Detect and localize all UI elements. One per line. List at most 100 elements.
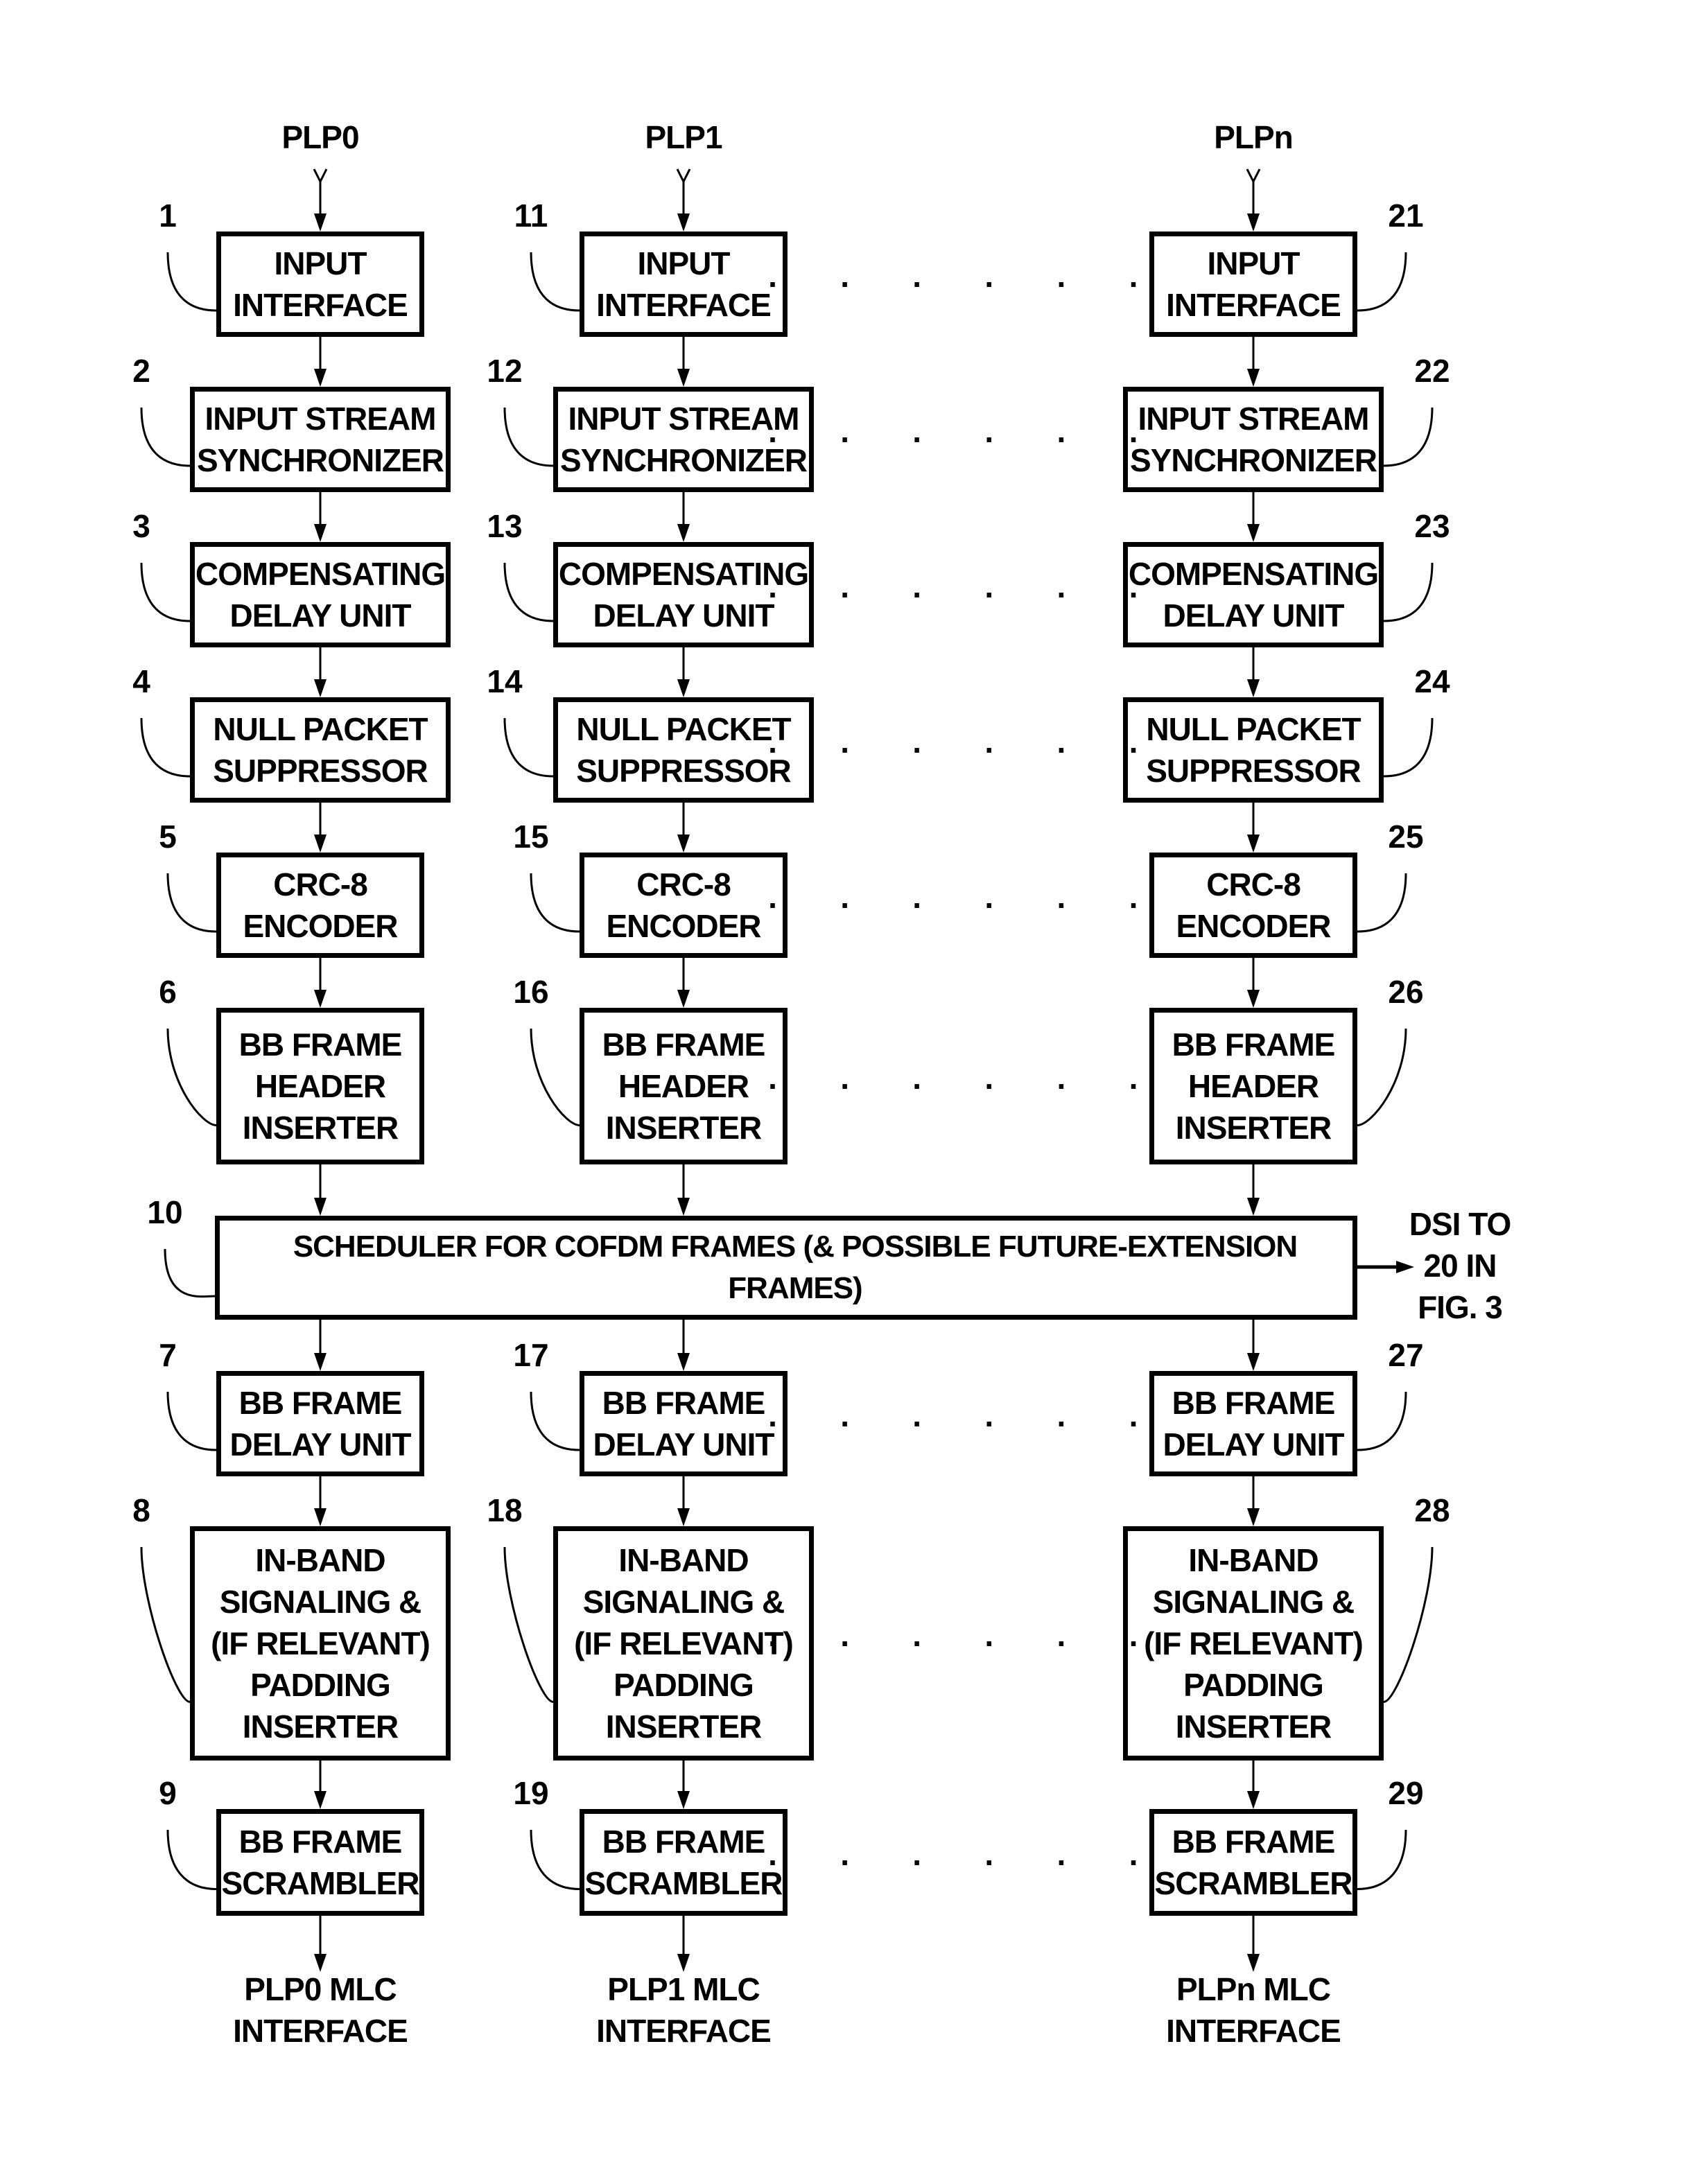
reference-leader	[1357, 252, 1407, 312]
input-fork-left	[1246, 168, 1255, 182]
flow-arrow-head	[314, 524, 327, 542]
reference-number: 28	[1414, 1492, 1450, 1528]
from-scheduler-arrow-head	[314, 1353, 327, 1371]
reference-number: 15	[513, 819, 549, 855]
input-fork-right	[1252, 168, 1261, 182]
block-bb-frame-delay-unit[interactable]: BB FRAME DELAY UNIT	[580, 1371, 788, 1476]
reference-leader	[530, 1028, 580, 1126]
flow-arrow-head	[314, 1508, 327, 1526]
to-scheduler-arrow-head	[1247, 1198, 1260, 1216]
ellipsis-dots: · · · · · ·	[768, 732, 1166, 768]
reference-leader	[1383, 562, 1434, 622]
input-arrow-head	[314, 213, 327, 231]
reference-leader	[1357, 873, 1407, 933]
reference-leader	[503, 407, 554, 467]
ellipsis-dots: · · · · · ·	[768, 1844, 1166, 1880]
reference-number: 7	[159, 1337, 177, 1373]
reference-leader	[1357, 1829, 1407, 1890]
ellipsis-dots: · · · · · ·	[768, 1068, 1166, 1104]
reference-number: 24	[1414, 663, 1450, 699]
block-input-interface[interactable]: INPUT INTERFACE	[1149, 231, 1357, 337]
flow-arrow-head	[1247, 990, 1260, 1008]
flow-arrow-head	[1247, 679, 1260, 697]
flow-arrow-head	[1247, 835, 1260, 853]
reference-number: 16	[513, 974, 549, 1010]
block-bb-frame-header-inserter[interactable]: BB FRAME HEADER INSERTER	[1149, 1008, 1357, 1164]
reference-number: 27	[1388, 1337, 1424, 1373]
flow-arrow-head	[314, 1791, 327, 1809]
block-bb-frame-header-inserter[interactable]: BB FRAME HEADER INSERTER	[216, 1008, 424, 1164]
to-scheduler-arrow-head	[314, 1198, 327, 1216]
reference-number: 9	[159, 1775, 177, 1811]
block-bb-frame-delay-unit[interactable]: BB FRAME DELAY UNIT	[216, 1371, 424, 1476]
reference-number: 8	[132, 1492, 150, 1528]
reference-number: 23	[1414, 508, 1450, 544]
flow-arrow-head	[677, 1791, 690, 1809]
reference-leader	[140, 1546, 191, 1703]
reference-leader	[530, 873, 580, 933]
flow-arrow-head	[1247, 369, 1260, 387]
reference-number: 14	[487, 663, 523, 699]
reference-leader	[1383, 407, 1434, 467]
scheduler-reference-number: 10	[147, 1194, 183, 1230]
ellipsis-dots: · · · · · ·	[768, 577, 1166, 613]
reference-leader	[1383, 717, 1434, 778]
reference-number: 25	[1388, 819, 1424, 855]
ellipsis-dots: · · · · · ·	[768, 1406, 1166, 1442]
flow-arrow-head	[677, 1508, 690, 1526]
block-bb-frame-delay-unit[interactable]: BB FRAME DELAY UNIT	[1149, 1371, 1357, 1476]
flow-arrow-head	[677, 990, 690, 1008]
flow-arrow-head	[314, 990, 327, 1008]
output-label: PLP1 MLC INTERFACE	[596, 1971, 772, 2049]
block-bb-frame-scrambler[interactable]: BB FRAME SCRAMBLER	[216, 1809, 424, 1916]
reference-leader	[166, 1028, 217, 1126]
reference-leader	[166, 1391, 217, 1451]
reference-number: 6	[159, 974, 177, 1010]
reference-leader	[1357, 1391, 1407, 1451]
from-scheduler-arrow-head	[1247, 1353, 1260, 1371]
block-input-interface[interactable]: INPUT INTERFACE	[580, 231, 788, 337]
input-label: PLPn	[1214, 119, 1294, 155]
block-crc8-encoder[interactable]: CRC-8 ENCODER	[216, 853, 424, 958]
block-input-stream-synchronizer[interactable]: INPUT STREAM SYNCHRONIZER	[190, 387, 451, 492]
reference-leader	[1357, 1028, 1407, 1126]
reference-leader	[1383, 1546, 1434, 1703]
reference-number: 3	[132, 508, 150, 544]
block-bb-frame-scrambler[interactable]: BB FRAME SCRAMBLER	[1149, 1809, 1357, 1916]
dsi-output-label: DSI TO 20 IN FIG. 3	[1409, 1206, 1512, 1325]
flow-arrow-head	[314, 835, 327, 853]
reference-number: 29	[1388, 1775, 1424, 1811]
reference-leader	[166, 1829, 217, 1890]
reference-number: 18	[487, 1492, 523, 1528]
flow-arrow-head	[677, 835, 690, 853]
reference-leader	[166, 252, 217, 312]
reference-number: 26	[1388, 974, 1424, 1010]
block-null-packet-suppressor[interactable]: NULL PACKET SUPPRESSOR	[190, 697, 451, 803]
reference-number: 13	[487, 508, 523, 544]
reference-number: 11	[514, 198, 548, 234]
block-compensating-delay-unit[interactable]: COMPENSATING DELAY UNIT	[190, 542, 451, 647]
block-crc8-encoder[interactable]: CRC-8 ENCODER	[1149, 853, 1357, 958]
reference-number: 22	[1414, 353, 1450, 389]
flow-arrow-head	[314, 369, 327, 387]
to-scheduler-arrow-head	[677, 1198, 690, 1216]
input-fork-right	[682, 168, 691, 182]
block-crc8-encoder[interactable]: CRC-8 ENCODER	[580, 853, 788, 958]
flow-arrow-head	[314, 679, 327, 697]
reference-leader	[140, 407, 191, 467]
reference-leader	[530, 1829, 580, 1890]
flow-arrow-head	[1247, 1508, 1260, 1526]
block-input-interface[interactable]: INPUT INTERFACE	[216, 231, 424, 337]
scheduler-block[interactable]: SCHEDULER FOR COFDM FRAMES (& POSSIBLE F…	[215, 1216, 1357, 1320]
input-label: PLP1	[645, 119, 722, 155]
reference-number: 19	[513, 1775, 549, 1811]
block-bb-frame-scrambler[interactable]: BB FRAME SCRAMBLER	[580, 1809, 788, 1916]
reference-leader	[530, 252, 580, 312]
flow-arrow-head	[677, 369, 690, 387]
reference-number: 12	[487, 353, 523, 389]
input-arrow-head	[677, 213, 690, 231]
ellipsis-dots: · · · · · ·	[768, 1625, 1166, 1661]
reference-leader	[166, 873, 217, 933]
block-bb-frame-header-inserter[interactable]: BB FRAME HEADER INSERTER	[580, 1008, 788, 1164]
block-in-band-signaling-padding-inserter[interactable]: IN-BAND SIGNALING & (IF RELEVANT) PADDIN…	[190, 1526, 451, 1761]
